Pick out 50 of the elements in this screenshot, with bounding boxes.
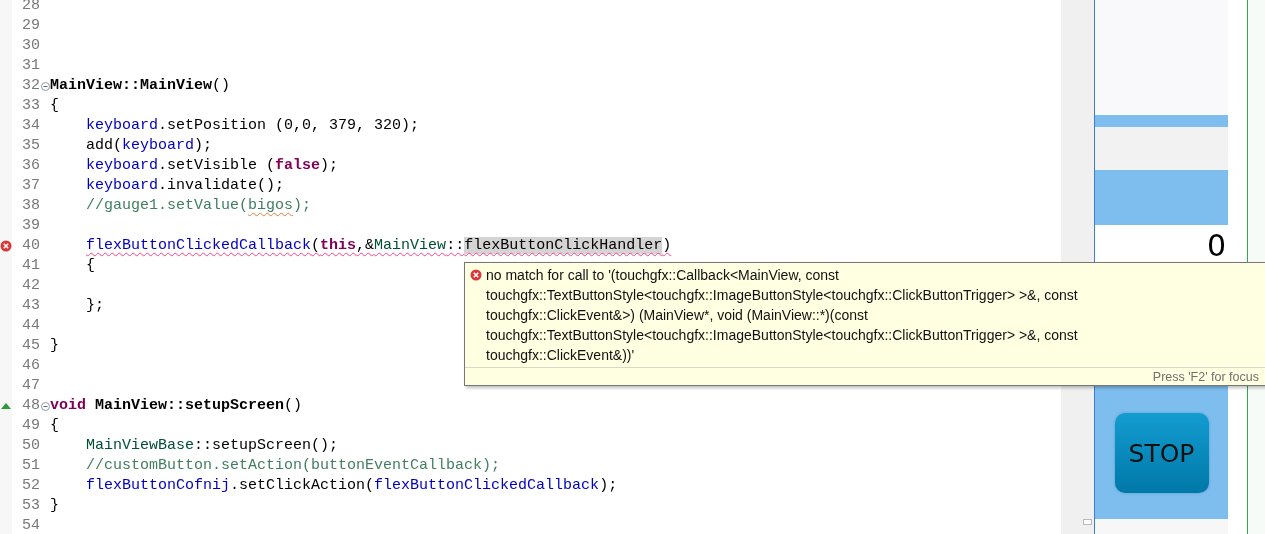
code-line: }	[50, 336, 59, 356]
line-number: 52	[21, 476, 40, 496]
line-number: 39	[21, 216, 40, 236]
line-number: 35	[21, 136, 40, 156]
line-number: 37	[21, 176, 40, 196]
line-number: 40	[21, 236, 40, 256]
line-number: 36	[21, 156, 40, 176]
line-number: 43	[21, 296, 40, 316]
line-number: 45	[21, 336, 40, 356]
code-line: flexButtonCofnij.setClickAction(flexButtonClickedCallback);	[85, 476, 618, 496]
error-icon	[470, 269, 482, 281]
line-number: 44	[21, 316, 40, 336]
line-number: 54	[21, 516, 40, 534]
line-number: 38	[21, 196, 40, 216]
code-line: void MainView::setupScreen()	[50, 396, 303, 416]
focus-hint: Press 'F2' for focus	[1152, 369, 1259, 385]
line-number: 34	[21, 116, 40, 136]
code-line: }	[50, 496, 59, 516]
line-number: 53	[21, 496, 40, 516]
code-line: add(keyboard);	[85, 136, 213, 156]
collapse-icon[interactable]	[40, 401, 50, 411]
code-line: flexButtonClickedCallback(this,&MainView::flexButtonClickHandler)	[85, 236, 672, 256]
code-line: {	[85, 256, 96, 276]
collapse-icon[interactable]	[40, 81, 50, 91]
code-line: MainViewBase::setupScreen();	[85, 436, 339, 456]
stop-button[interactable]: STOP	[1114, 413, 1209, 493]
line-number: 47	[21, 376, 40, 396]
code-line: keyboard.setPosition (0,0, 379, 320);	[85, 116, 420, 136]
line-number: 42	[21, 276, 40, 296]
code-line: keyboard.invalidate();	[85, 176, 285, 196]
value-display: 0	[1206, 229, 1226, 263]
line-number: 30	[21, 36, 40, 56]
code-line: //gauge1.setValue(bigos);	[85, 196, 312, 216]
line-number: 31	[21, 56, 40, 76]
code-line: };	[85, 296, 105, 316]
code-line: MainView::MainView()	[50, 76, 231, 96]
line-number: 29	[21, 16, 40, 36]
line-number: 41	[21, 256, 40, 276]
line-number: 46	[21, 356, 40, 376]
line-number: 33	[21, 96, 40, 116]
code-line: {	[50, 416, 59, 436]
code-line: keyboard.setVisible (false);	[85, 156, 339, 176]
line-number: 32	[21, 76, 40, 96]
code-line: {	[50, 96, 59, 116]
line-number: 50	[21, 436, 40, 456]
error-message: no match for call to '(touchgfx::Callback<MainView, const touchgfx::TextButtonStyle<touchgfx::ImageButtonStyle<touchgfx::ClickButtonTrigger> >&, const touchgfx::ClickEvent&>) (MainView*, void (MainView::*)(const touchgfx::TextButtonStyle<touchgfx::ImageButtonStyle<touchgfx::ClickButtonTrigger> >&, const touchgfx::ClickEvent&))'	[486, 266, 1078, 365]
line-number: 51	[21, 456, 40, 476]
code-line: //customButton.setAction(buttonEventCallback);	[85, 456, 501, 476]
line-number: 49	[21, 416, 40, 436]
line-number: 48	[21, 396, 40, 416]
